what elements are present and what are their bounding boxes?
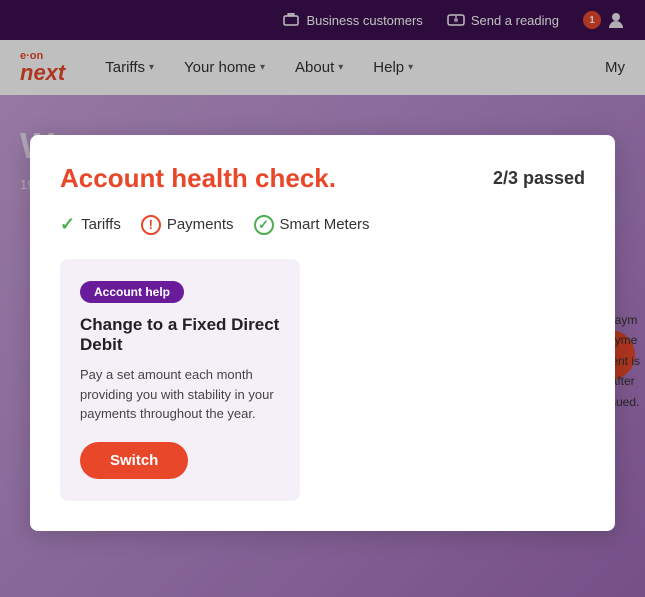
check-tariffs: ✓ Tariffs — [60, 214, 121, 235]
modal-passed-count: 2/3 passed — [493, 168, 585, 189]
smart-meters-check-label: Smart Meters — [280, 216, 370, 233]
card-badge: Account help — [80, 281, 184, 303]
modal-header: Account health check. 2/3 passed — [60, 163, 585, 194]
check-payments: ! Payments — [141, 215, 234, 235]
switch-button[interactable]: Switch — [80, 442, 188, 479]
check-smart-meters: ✓ Smart Meters — [254, 215, 370, 235]
tariffs-check-label: Tariffs — [81, 216, 121, 233]
account-health-modal: Account health check. 2/3 passed ✓ Tarif… — [30, 135, 615, 531]
payments-check-label: Payments — [167, 216, 234, 233]
payments-warning-icon: ! — [141, 215, 161, 235]
modal-title: Account health check. — [60, 163, 336, 194]
tariffs-check-icon: ✓ — [60, 214, 75, 235]
account-help-card: Account help Change to a Fixed Direct De… — [60, 259, 300, 501]
smart-meters-check-icon: ✓ — [254, 215, 274, 235]
card-body: Pay a set amount each month providing yo… — [80, 365, 280, 424]
card-title: Change to a Fixed Direct Debit — [80, 315, 280, 355]
modal-checks: ✓ Tariffs ! Payments ✓ Smart Meters — [60, 214, 585, 235]
